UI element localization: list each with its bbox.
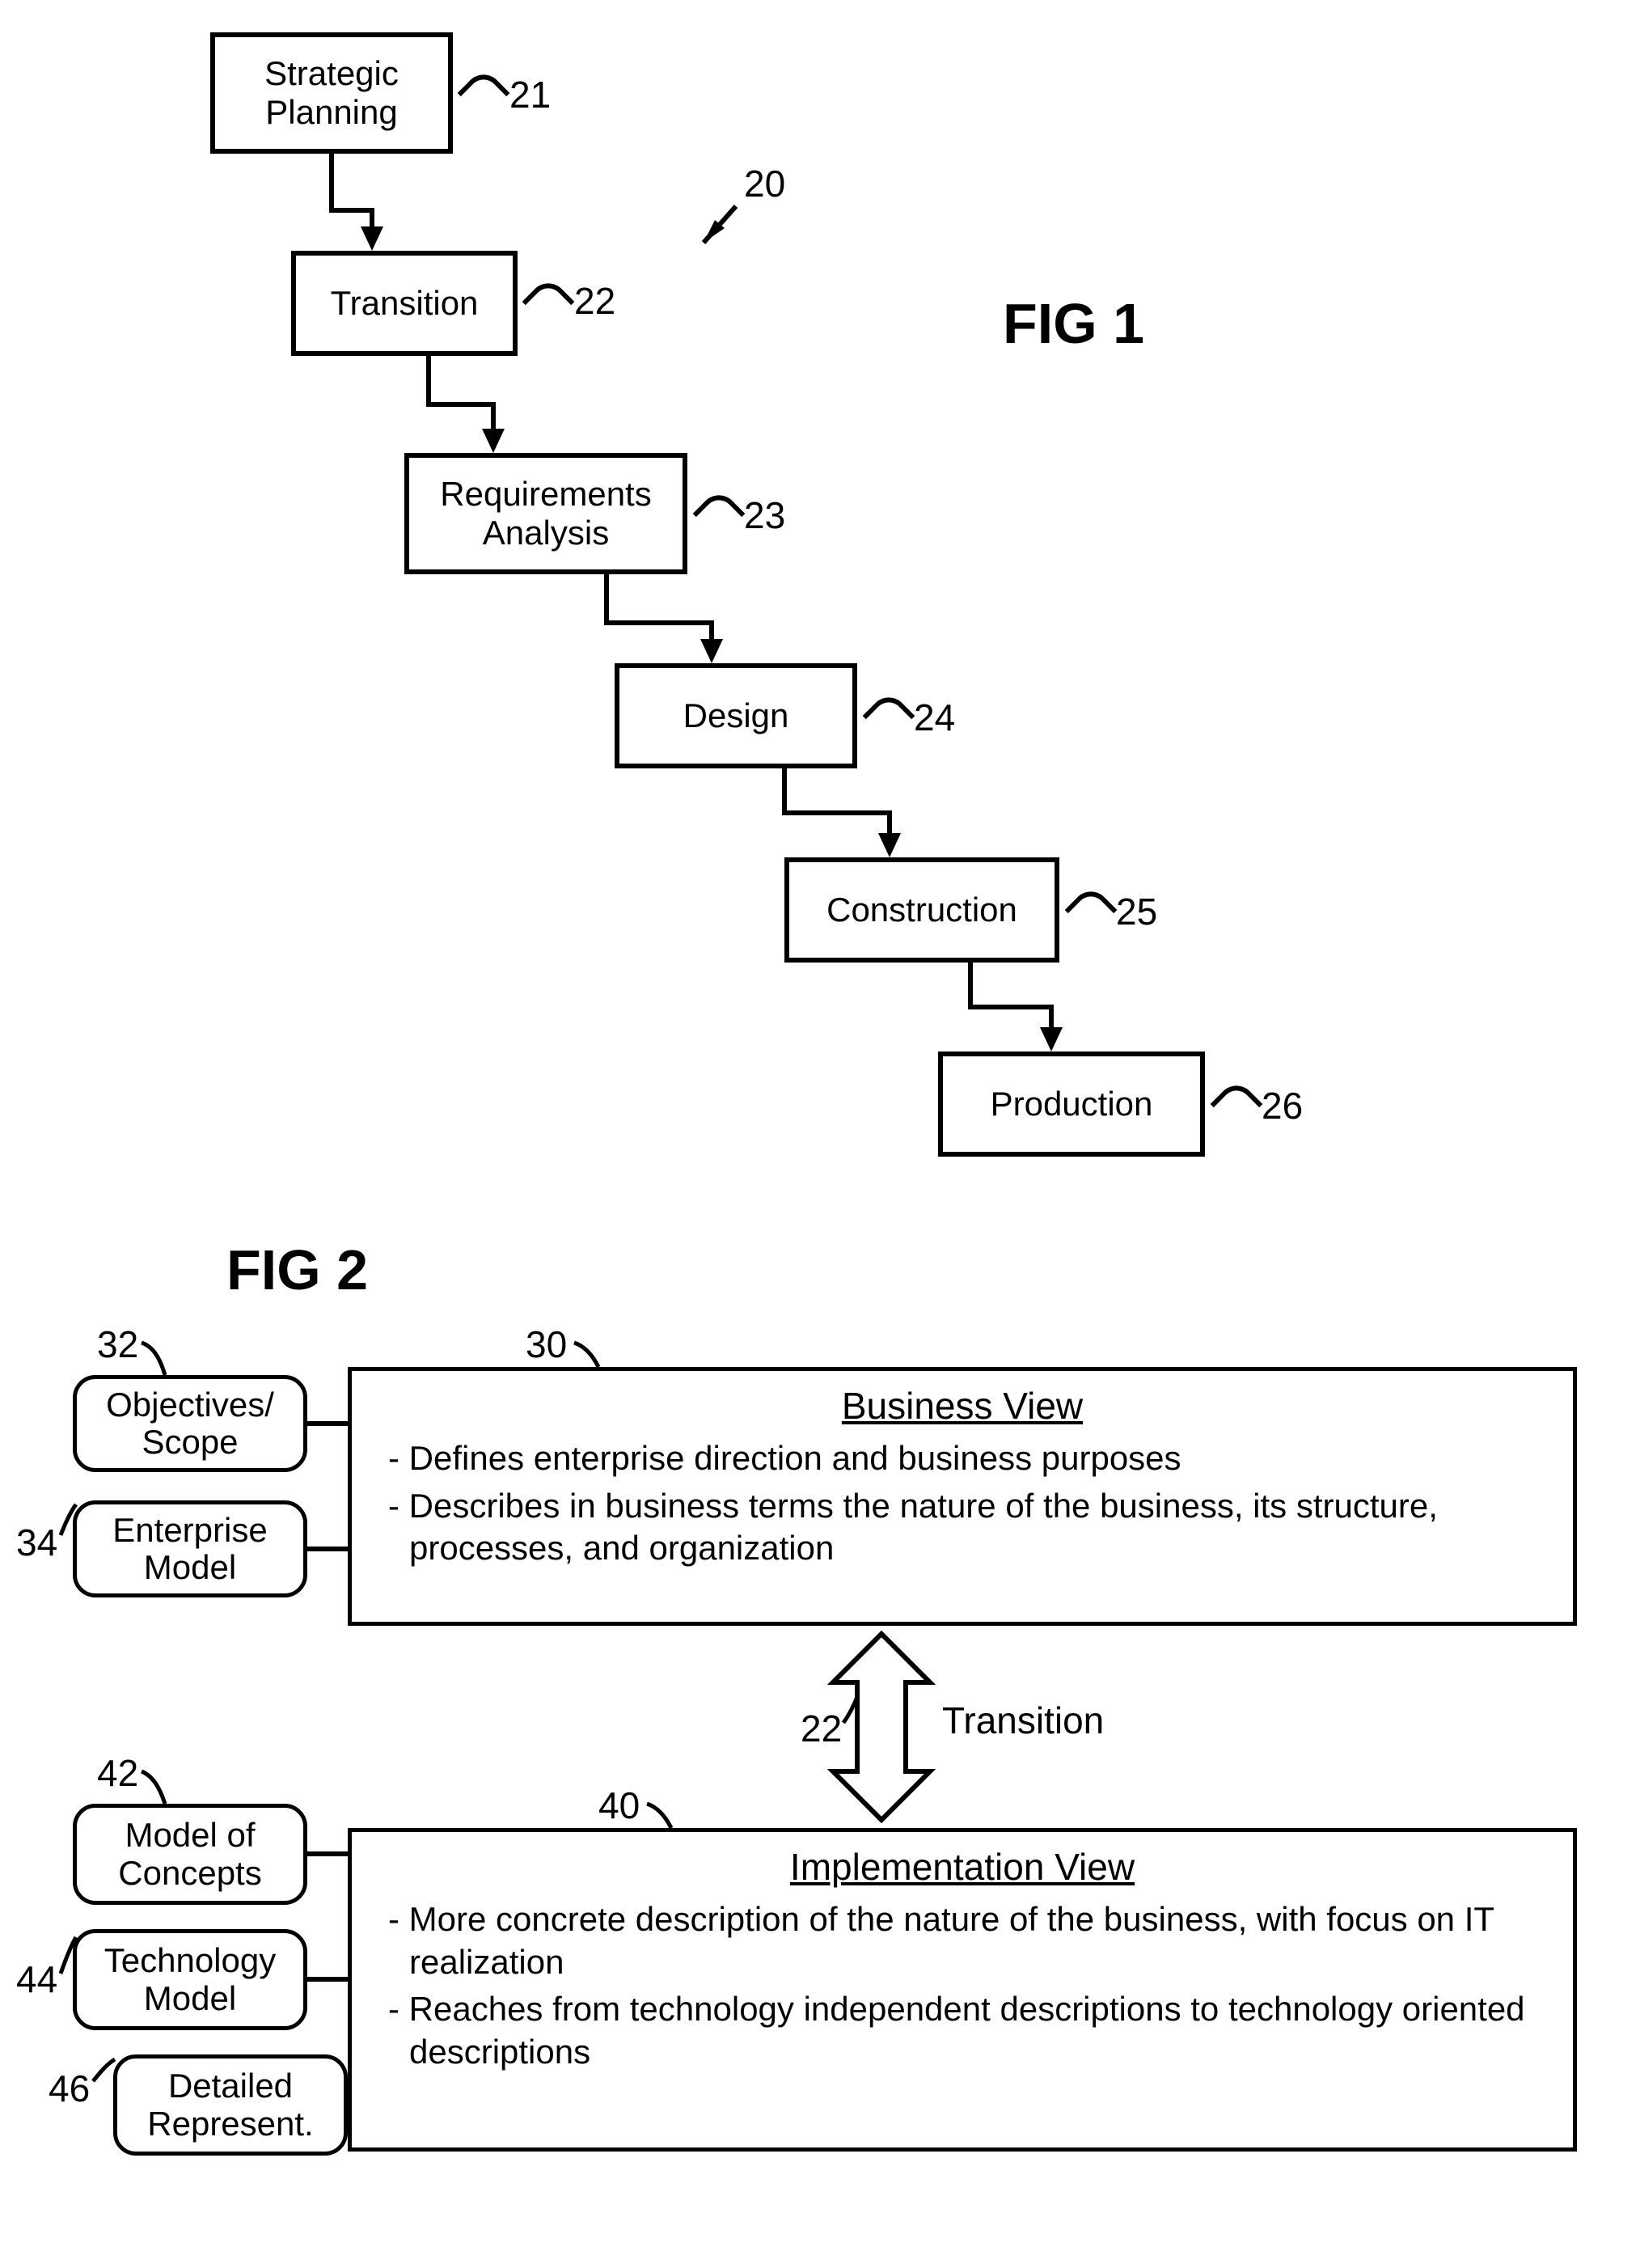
enterprise-model-ref: 34 bbox=[16, 1521, 57, 1564]
step-strategic-planning: Strategic Planning bbox=[210, 32, 453, 154]
ref-hook-22 bbox=[522, 275, 574, 328]
ref-hook-25 bbox=[1064, 883, 1117, 936]
step-transition-ref: 22 bbox=[574, 279, 615, 323]
detailed-represent-ref: 46 bbox=[49, 2067, 90, 2110]
business-view-title: Business View bbox=[352, 1384, 1573, 1428]
ref-hook-21 bbox=[457, 66, 509, 119]
fig1-label: FIG 1 bbox=[1003, 291, 1144, 356]
business-view-bullet: - Describes in business terms the nature… bbox=[388, 1485, 1549, 1570]
business-view-bullet: - Defines enterprise direction and busin… bbox=[388, 1437, 1549, 1480]
transition-ref: 22 bbox=[801, 1707, 842, 1750]
implementation-view-bullet: - More concrete description of the natur… bbox=[388, 1898, 1549, 1983]
step-production-ref: 26 bbox=[1262, 1084, 1303, 1128]
technology-model-ref: 44 bbox=[16, 1957, 57, 2001]
step-design-ref: 24 bbox=[914, 696, 955, 739]
step-strategic-planning-ref: 21 bbox=[509, 73, 551, 116]
objectives-scope-ref: 32 bbox=[97, 1322, 138, 1366]
fig1-ref20-label: 20 bbox=[744, 162, 785, 205]
ref-hook-23 bbox=[692, 487, 745, 539]
model-of-concepts-box: Model of Concepts bbox=[73, 1804, 307, 1905]
ref-hook-26 bbox=[1210, 1077, 1262, 1130]
model-of-concepts-ref: 42 bbox=[97, 1751, 138, 1795]
business-view-ref: 30 bbox=[526, 1322, 567, 1366]
business-view-bullets: - Defines enterprise direction and busin… bbox=[352, 1437, 1573, 1591]
enterprise-model-box: Enterprise Model bbox=[73, 1500, 307, 1597]
fig2-label: FIG 2 bbox=[226, 1238, 368, 1302]
objectives-scope-box: Objectives/ Scope bbox=[73, 1375, 307, 1472]
step-construction: Construction bbox=[784, 857, 1059, 963]
step-design: Design bbox=[615, 663, 857, 768]
step-requirements-analysis: Requirements Analysis bbox=[404, 453, 687, 574]
step-transition: Transition bbox=[291, 251, 518, 356]
page: FIG 1 20 Strategic Planning 21 Transitio… bbox=[0, 0, 1640, 2268]
implementation-view-title: Implementation View bbox=[352, 1845, 1573, 1889]
implementation-view-bullet: - Reaches from technology independent de… bbox=[388, 1988, 1549, 2073]
step-requirements-analysis-ref: 23 bbox=[744, 493, 785, 537]
detailed-represent-box: Detailed Represent. bbox=[113, 2054, 348, 2156]
ref-hook-24 bbox=[862, 689, 915, 742]
technology-model-box: Technology Model bbox=[73, 1929, 307, 2030]
transition-label: Transition bbox=[942, 1699, 1104, 1742]
step-production: Production bbox=[938, 1051, 1205, 1157]
implementation-view-box: Implementation View - More concrete desc… bbox=[348, 1828, 1577, 2152]
implementation-view-bullets: - More concrete description of the natur… bbox=[352, 1898, 1573, 2094]
step-construction-ref: 25 bbox=[1116, 890, 1157, 933]
implementation-view-ref: 40 bbox=[598, 1784, 640, 1827]
business-view-box: Business View - Defines enterprise direc… bbox=[348, 1367, 1577, 1626]
